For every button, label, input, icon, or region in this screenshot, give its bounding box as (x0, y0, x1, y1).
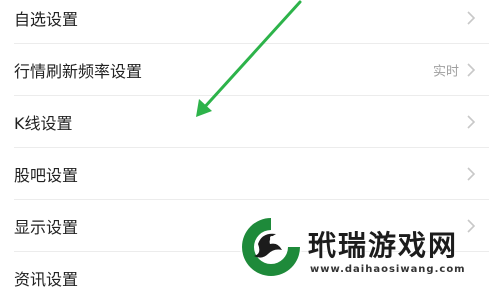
refresh-rate-value: 实时 (432, 64, 459, 80)
watermark-title: 玳瑞游戏网 (308, 229, 459, 262)
settings-item-label: K线设置 (14, 114, 73, 133)
chevron-right-icon (467, 11, 476, 25)
dragon-logo-icon (240, 216, 302, 278)
chevron-right-icon (467, 167, 476, 181)
settings-item-label: 资讯设置 (14, 270, 79, 289)
settings-item-label: 显示设置 (14, 218, 79, 237)
settings-item-watchlist[interactable]: 自选设置 (0, 0, 489, 44)
settings-item-label: 行情刷新频率设置 (14, 62, 143, 81)
settings-item-label: 股吧设置 (14, 166, 79, 185)
chevron-right-icon (467, 115, 476, 129)
settings-item-kline[interactable]: K线设置 (0, 96, 489, 148)
settings-item-refresh-rate[interactable]: 行情刷新频率设置 实时 (0, 44, 489, 96)
watermark: 玳瑞游戏网 www.daihaosiwang.com (238, 212, 489, 280)
settings-item-forum[interactable]: 股吧设置 (0, 148, 489, 200)
chevron-right-icon (467, 63, 476, 77)
settings-item-label: 自选设置 (14, 10, 79, 29)
watermark-url: www.daihaosiwang.com (310, 264, 466, 275)
